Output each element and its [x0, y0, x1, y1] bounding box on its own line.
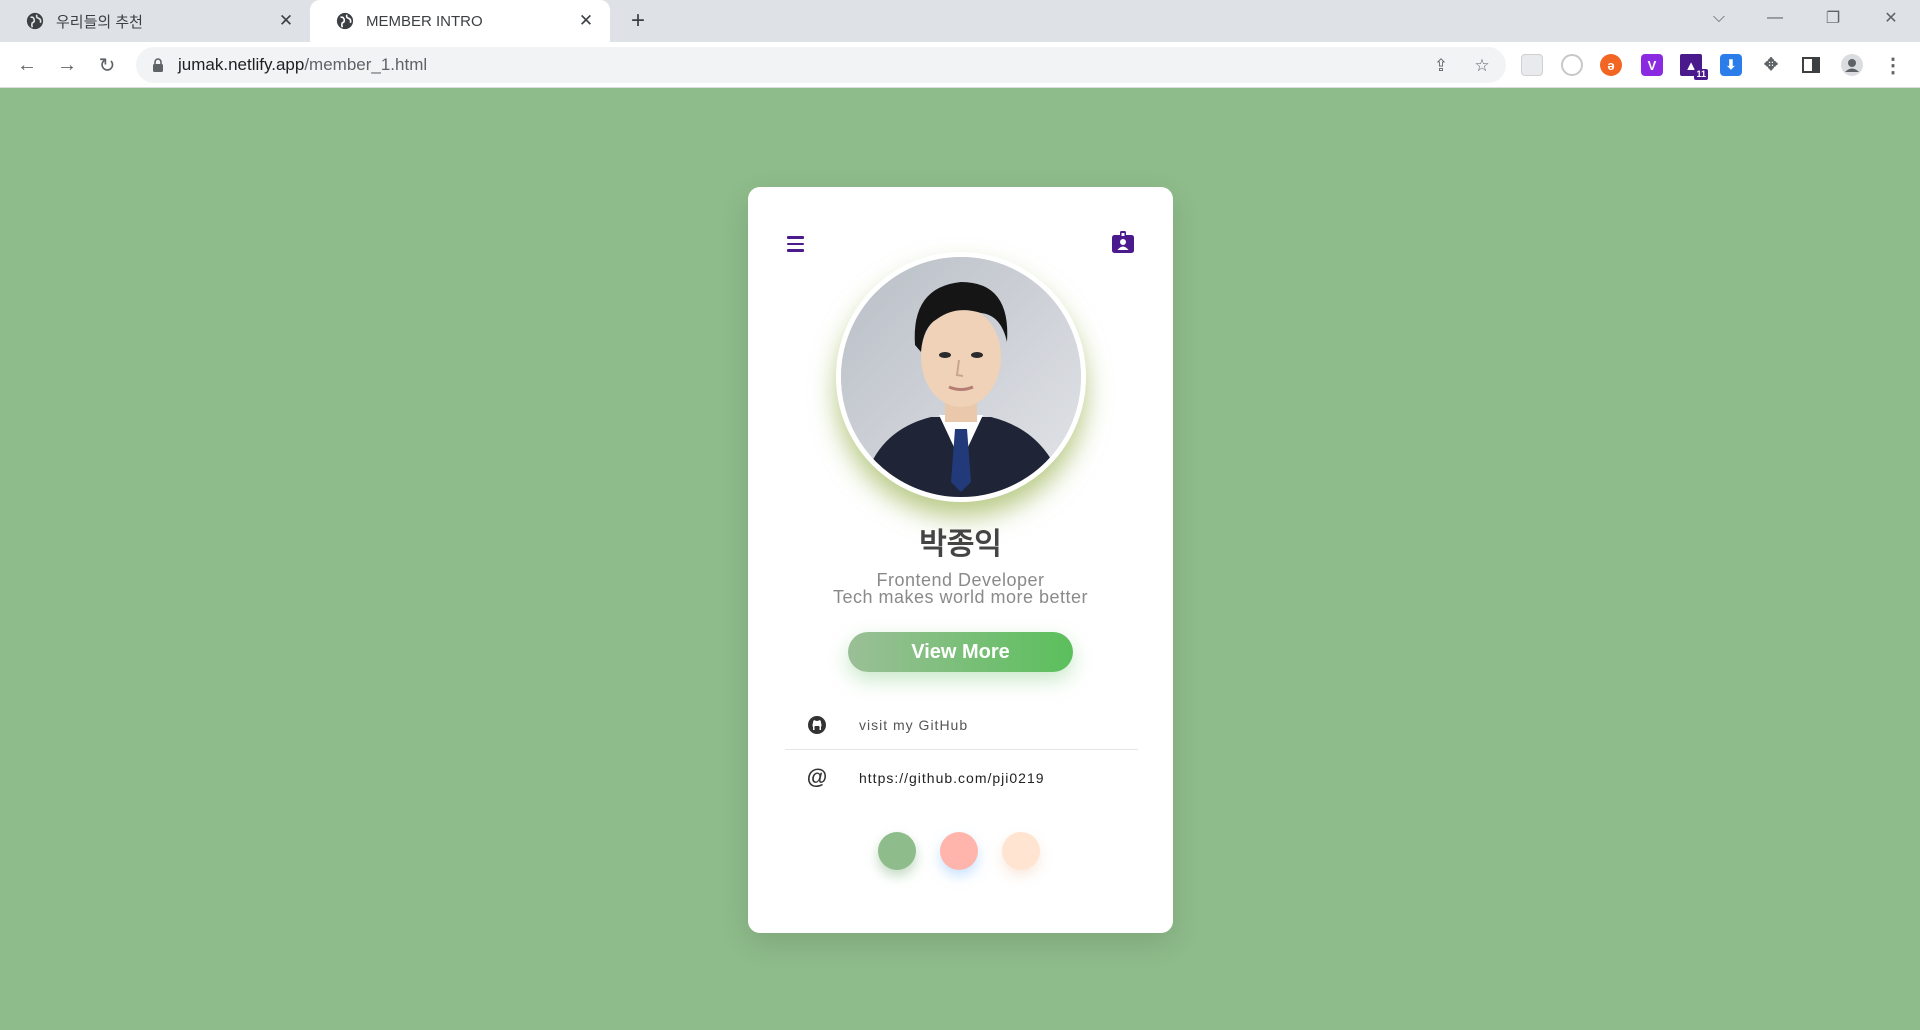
tab-member-intro[interactable]: MEMBER INTRO ✕	[310, 0, 610, 42]
theme-swatch-peach[interactable]	[1002, 832, 1040, 870]
forward-button[interactable]: →	[52, 50, 82, 80]
globe-icon	[26, 12, 44, 30]
bookmark-star-icon[interactable]: ☆	[1471, 55, 1493, 77]
hamburger-menu-icon[interactable]	[783, 232, 807, 256]
github-link-row[interactable]: visit my GitHub	[785, 700, 1138, 750]
kebab-menu-icon[interactable]: ⋮	[1882, 54, 1904, 77]
puzzle-icon[interactable]: ✥	[1760, 54, 1782, 76]
close-tab-icon[interactable]: ✕	[276, 11, 296, 31]
theme-swatch-green[interactable]	[878, 832, 916, 870]
browser-toolbar: ← → ↻ jumak.netlify.app/member_1.html ⇪ …	[0, 42, 1920, 88]
avatar-portrait	[841, 257, 1081, 497]
url-link-row[interactable]: @ https://github.com/pji0219	[785, 753, 1138, 803]
close-tab-icon[interactable]: ✕	[576, 11, 596, 31]
grad-cap-extension-icon[interactable]: ▲ 11	[1680, 54, 1708, 80]
address-bar[interactable]: jumak.netlify.app/member_1.html ⇪ ☆	[136, 47, 1506, 83]
new-tab-button[interactable]: +	[624, 7, 652, 35]
back-button[interactable]: ←	[12, 50, 42, 80]
member-name: 박종익	[919, 527, 1002, 562]
view-more-button[interactable]: View More	[848, 632, 1073, 672]
role-line-2: Tech makes world more better	[832, 587, 1089, 607]
tab-title: MEMBER INTRO	[366, 12, 483, 30]
side-panel-icon[interactable]	[1800, 54, 1822, 76]
github-icon	[805, 713, 829, 737]
orange-extension-icon[interactable]: ə	[1600, 54, 1622, 76]
github-url-text[interactable]: https://github.com/pji0219	[859, 770, 1045, 786]
at-icon: @	[806, 766, 828, 789]
globe-icon	[336, 12, 354, 30]
close-window-button[interactable]: ✕	[1868, 0, 1914, 36]
restore-button[interactable]: ❐	[1810, 0, 1856, 36]
reload-button[interactable]: ↻	[92, 50, 122, 80]
download-extension-icon[interactable]: ⬇	[1720, 54, 1742, 76]
lock-icon	[153, 58, 163, 72]
share-icon[interactable]: ⇪	[1430, 55, 1452, 77]
avatar-photo	[836, 252, 1086, 502]
member-card: 박종익 Frontend Developer Tech makes world …	[748, 187, 1173, 933]
id-badge-icon[interactable]	[1110, 229, 1136, 255]
github-link-text[interactable]: visit my GitHub	[859, 717, 968, 733]
member-role: Frontend Developer Tech makes world more…	[748, 571, 1173, 607]
tab-recommend[interactable]: 우리들의 추천 ✕	[0, 0, 310, 42]
url-host: jumak.netlify.app	[178, 55, 305, 74]
theme-swatch-pink[interactable]	[940, 832, 978, 870]
circle-extension-icon[interactable]	[1561, 54, 1583, 76]
tab-title: 우리들의 추천	[56, 13, 143, 31]
tab-strip: 우리들의 추천 ✕ MEMBER INTRO ✕ + ⌵ — ❐ ✕	[0, 0, 1920, 42]
url-path: /member_1.html	[304, 55, 428, 74]
v-extension-label: V	[1647, 57, 1657, 73]
blank-extension-icon[interactable]	[1521, 54, 1543, 76]
v-extension-icon[interactable]: V	[1641, 54, 1663, 76]
profile-icon[interactable]	[1841, 54, 1863, 76]
tab-search-icon[interactable]: ⌵	[1696, 0, 1742, 36]
extension-badge: 11	[1694, 69, 1708, 80]
minimize-button[interactable]: —	[1752, 0, 1798, 36]
